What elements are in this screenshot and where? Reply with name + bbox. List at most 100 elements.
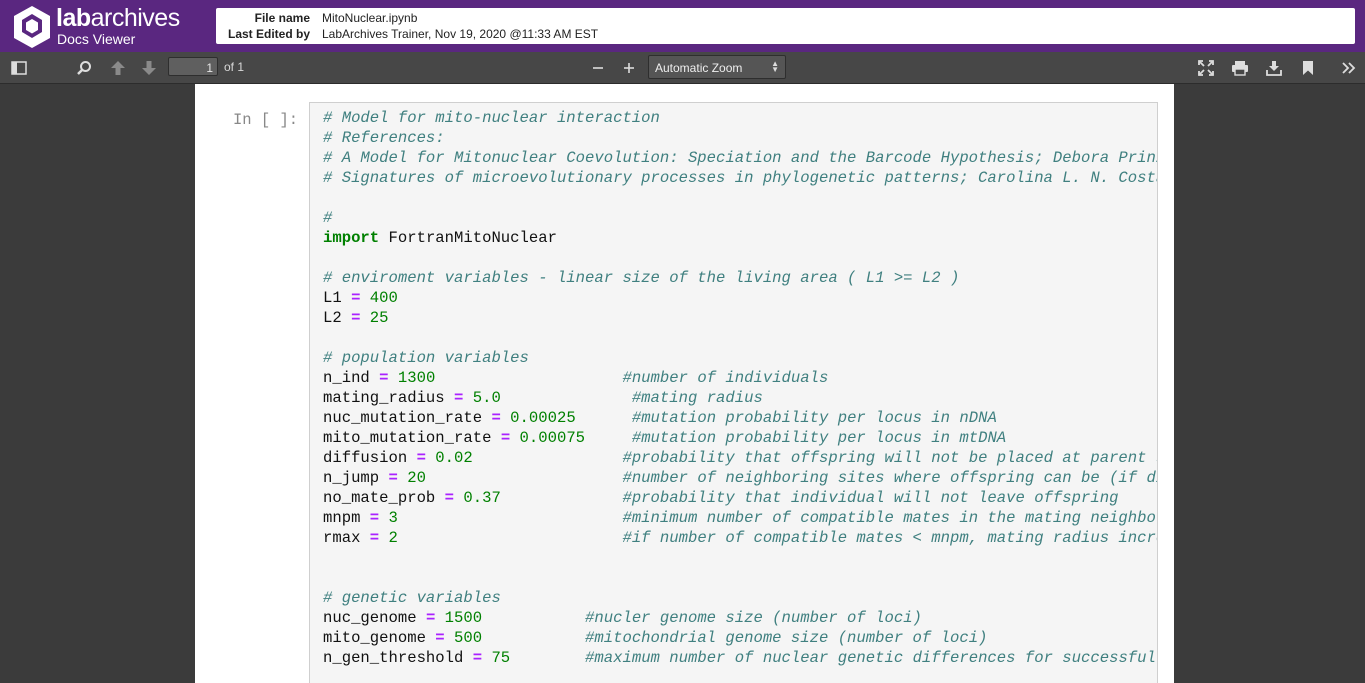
code-token [426,469,623,487]
code-token: #maximum number of nuclear genetic diffe… [585,649,1158,667]
code-token: #nucler genome size (number of loci) [585,609,922,627]
previous-page-icon[interactable] [105,52,131,83]
code-line: nuc_mutation_rate = 0.00025 #mutation pr… [323,408,1158,428]
code-token: # References: [323,129,445,147]
last-edited-value: LabArchives Trainer, Nov 19, 2020 @11:33… [322,27,598,41]
code-line: L1 = 400 [323,288,1158,308]
code-line: # A Model for Mitonuclear Coevolution: S… [323,148,1158,168]
code-line: # Signatures of microevolutionary proces… [323,168,1158,188]
code-token [463,389,472,407]
code-token [360,289,369,307]
code-line: # genetic variables [323,588,1158,608]
brand-name: labarchives [56,5,180,31]
zoom-select[interactable]: Automatic Zoom ▲▼ [648,55,786,79]
code-token: = [370,529,379,547]
file-name-value: MitoNuclear.ipynb [322,11,417,25]
code-token: 0.00075 [520,429,586,447]
code-token [426,449,435,467]
code-token: mnpm [323,509,370,527]
code-token: diffusion [323,449,417,467]
code-token: = [454,389,463,407]
code-line: mito_genome = 500 #mitochondrial genome … [323,628,1158,648]
code-token: 20 [407,469,426,487]
zoom-out-icon[interactable] [585,52,611,83]
code-line: no_mate_prob = 0.37 #probability that in… [323,488,1158,508]
sidebar-toggle-icon[interactable] [6,52,32,83]
file-info-panel: File name MitoNuclear.ipynb Last Edited … [216,8,1355,44]
code-token: FortranMitoNuclear [379,229,557,247]
page-number-input[interactable] [168,57,218,76]
zoom-in-icon[interactable] [616,52,642,83]
code-token: #probability that offspring will not be … [622,449,1158,467]
code-token [501,409,510,427]
document-page: In [ ]: # Model for mito-nuclear interac… [195,84,1174,683]
app-subtitle: Docs Viewer [57,31,135,47]
app-header: labarchives Docs Viewer File name MitoNu… [0,0,1365,52]
last-edited-label: Last Edited by [216,27,310,41]
next-page-icon[interactable] [136,52,162,83]
code-token: #if number of compatible mates < mnpm, m… [622,529,1158,547]
code-line: diffusion = 0.02 #probability that offsp… [323,448,1158,468]
code-line: # References: [323,128,1158,148]
code-token: = [491,409,500,427]
print-icon[interactable] [1227,52,1253,83]
code-token: 25 [370,309,389,327]
download-icon[interactable] [1261,52,1287,83]
presentation-mode-icon[interactable] [1193,52,1219,83]
code-token [501,389,632,407]
page-count: of 1 [224,60,244,74]
code-token [482,629,585,647]
zoom-select-value: Automatic Zoom [655,61,742,75]
code-token: #mating radius [632,389,763,407]
code-token: #mitochondrial genome size (number of lo… [585,629,987,647]
tools-icon[interactable] [1336,52,1362,83]
code-token: L2 [323,309,351,327]
code-token: rmax [323,529,370,547]
code-token: = [435,629,444,647]
code-line: L2 = 25 [323,308,1158,328]
code-token: = [445,489,454,507]
code-token: 75 [491,649,510,667]
code-token: n_ind [323,369,379,387]
search-icon[interactable] [71,52,97,83]
code-token: # Signatures of microevolutionary proces… [323,169,1158,187]
code-token: nuc_mutation_rate [323,409,491,427]
code-cell: # Model for mito-nuclear interaction# Re… [309,102,1158,683]
code-token [445,629,454,647]
code-line: mating_radius = 5.0 #mating radius [323,388,1158,408]
code-token [360,309,369,327]
code-token: 1300 [398,369,435,387]
file-name-label: File name [216,11,310,25]
code-token: = [379,369,388,387]
code-token: nuc_genome [323,609,426,627]
bookmark-icon[interactable] [1295,52,1321,83]
code-token: 0.00025 [510,409,576,427]
code-line [323,188,1158,208]
code-line: import FortranMitoNuclear [323,228,1158,248]
code-token: mating_radius [323,389,454,407]
labarchives-logo [12,5,52,49]
code-token: L1 [323,289,351,307]
code-token [398,509,623,527]
code-token: 2 [389,529,398,547]
select-arrows-icon: ▲▼ [771,61,779,73]
code-token: = [501,429,510,447]
code-token: mito_mutation_rate [323,429,501,447]
code-token: 3 [389,509,398,527]
code-token: = [426,609,435,627]
code-line: rmax = 2 #if number of compatible mates … [323,528,1158,548]
code-token: #probability that individual will not le… [622,489,1118,507]
code-token: # [323,209,332,227]
code-line: n_gen_threshold = 75 #maximum number of … [323,648,1158,668]
code-token [379,529,388,547]
code-token: = [370,509,379,527]
code-token [454,489,463,507]
code-line: n_ind = 1300 #number of individuals [323,368,1158,388]
code-line [323,568,1158,588]
code-line: # Model for mito-nuclear interaction [323,108,1158,128]
code-line [323,548,1158,568]
code-token [379,509,388,527]
code-token [473,449,623,467]
code-token [398,469,407,487]
code-line: # population variables [323,348,1158,368]
